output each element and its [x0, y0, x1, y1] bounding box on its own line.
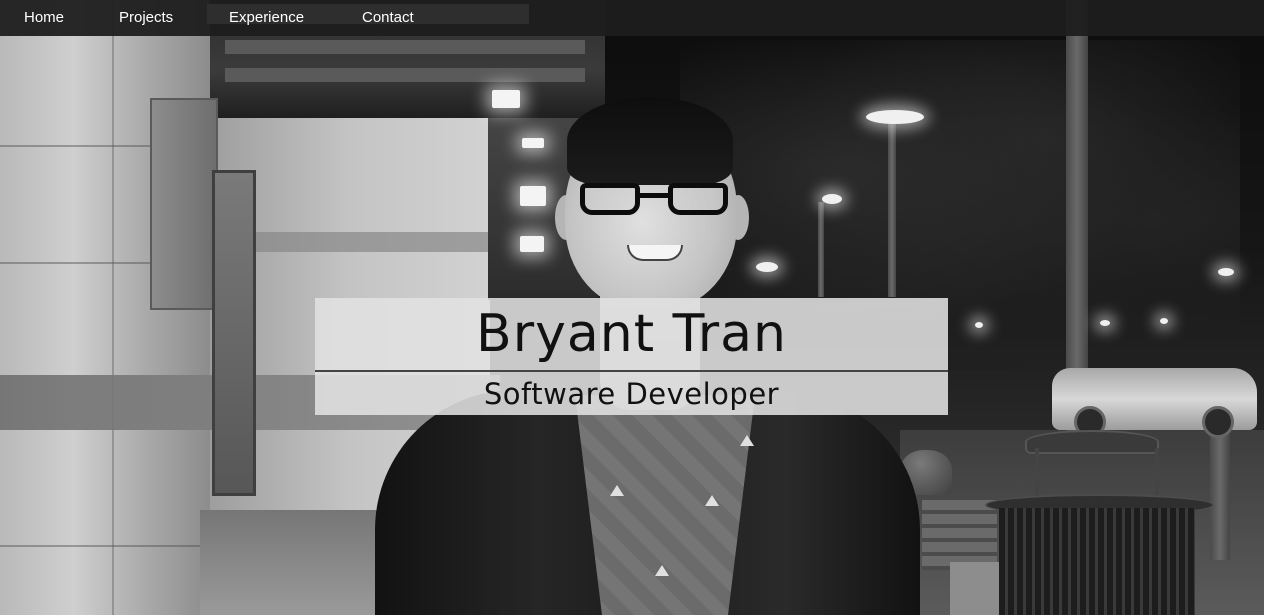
canopy-beam	[225, 68, 585, 82]
hair	[567, 97, 733, 185]
trash-can-lid	[1025, 430, 1159, 454]
street-lamp	[975, 322, 983, 328]
nav-link-experience[interactable]: Experience	[229, 9, 304, 26]
smile	[627, 245, 683, 261]
trash-can-post	[1035, 448, 1039, 498]
nav-link-home[interactable]: Home	[24, 9, 64, 26]
glasses	[580, 183, 728, 217]
name-box: Bryant Tran	[315, 298, 948, 370]
nav-link-contact[interactable]: Contact	[362, 9, 414, 26]
trash-can-body	[999, 508, 1195, 615]
hero-name: Bryant Tran	[476, 304, 787, 364]
shirt-pattern	[740, 435, 754, 446]
glasses-lens	[668, 183, 728, 215]
hero-title-card: Bryant Tran Software Developer	[315, 298, 948, 415]
trash-can-post	[1155, 448, 1159, 498]
top-navbar: Home Projects Experience Contact	[0, 0, 1264, 36]
canopy-beam	[225, 40, 585, 54]
wall-seam	[0, 545, 210, 547]
hero-role: Software Developer	[483, 376, 780, 411]
wall-panel	[150, 98, 218, 310]
street-lamp	[1100, 320, 1110, 326]
glasses-lens	[580, 183, 640, 215]
shirt-pattern	[610, 485, 624, 496]
glass-door	[212, 170, 256, 496]
wall-seam	[112, 0, 114, 615]
street-lamp	[1160, 318, 1168, 324]
role-box: Software Developer	[315, 372, 948, 415]
shirt-pattern	[655, 565, 669, 576]
nav-link-projects[interactable]: Projects	[119, 9, 173, 26]
glasses-bridge	[640, 193, 668, 198]
trash-can	[985, 430, 1214, 615]
page: Home Projects Experience Contact Bryant …	[0, 0, 1264, 615]
shirt-pattern	[705, 495, 719, 506]
shirt	[575, 395, 755, 615]
parked-car	[1052, 368, 1257, 438]
street-lamp	[1218, 268, 1234, 276]
